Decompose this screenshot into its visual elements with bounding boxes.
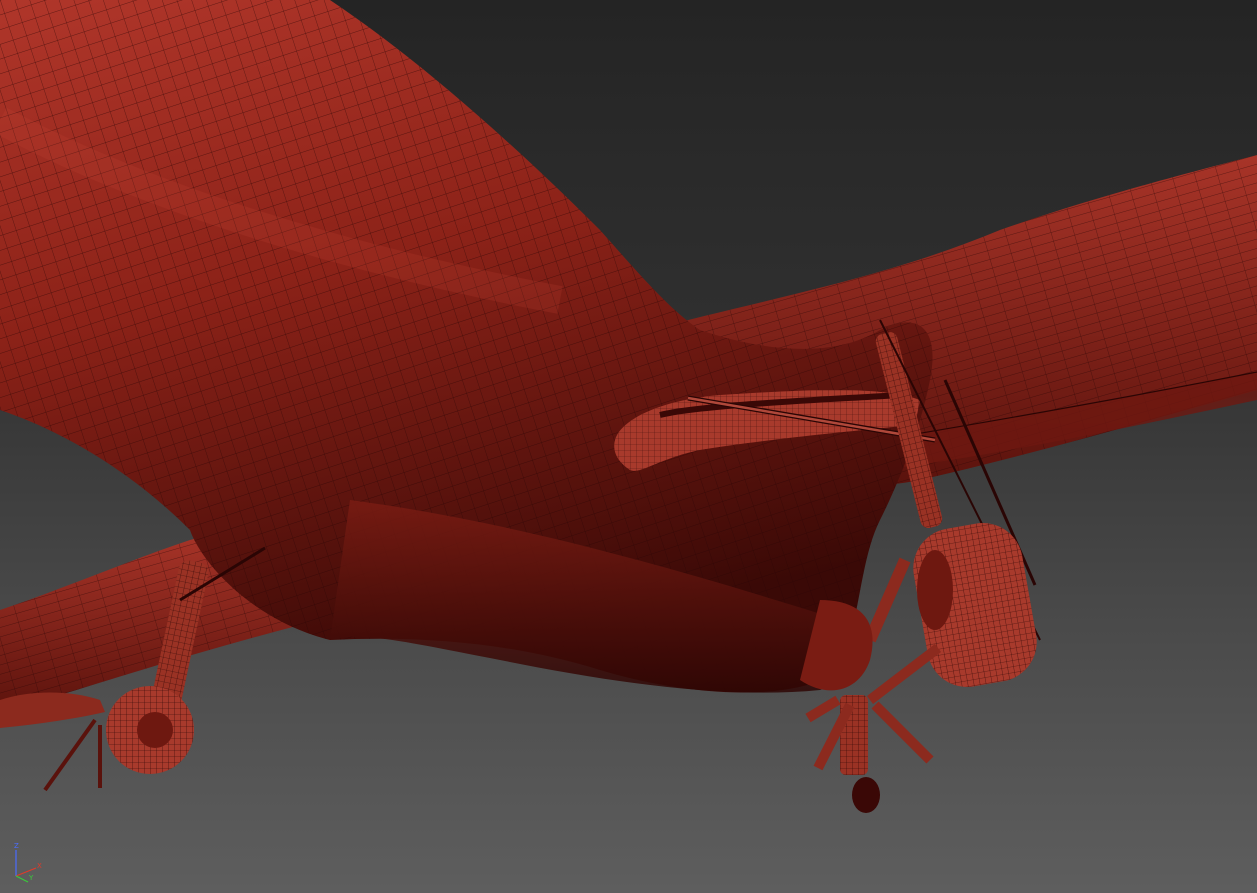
axis-gizmo[interactable]: Z X Y	[6, 840, 50, 884]
center-landing-gear	[800, 600, 942, 813]
x-axis-label: X	[37, 862, 42, 870]
aircraft-mesh-render	[0, 0, 1257, 813]
axis-gizmo-lines	[15, 850, 37, 883]
3d-viewport[interactable]: Z X Y	[0, 0, 1257, 893]
y-axis-label: Y	[29, 874, 34, 882]
y-axis-line	[15, 875, 29, 883]
z-axis-label: Z	[14, 842, 19, 850]
